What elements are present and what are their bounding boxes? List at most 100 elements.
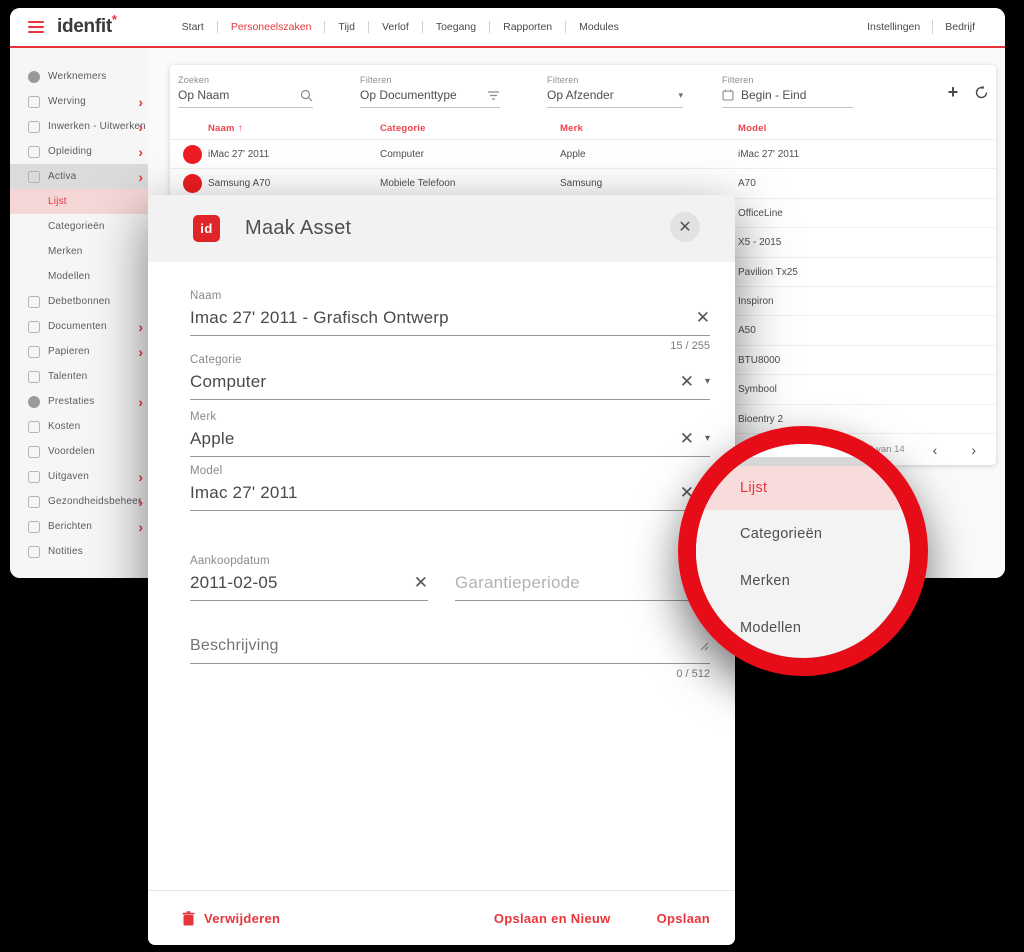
sidebar-item[interactable]: Activa › — [10, 164, 148, 189]
sidebar-item[interactable]: Werving › — [10, 89, 148, 114]
field-garantieperiode: Garantieperiode — [455, 555, 710, 601]
categorie-select[interactable]: Computer — [190, 372, 668, 392]
sidebar-item[interactable]: Lijst › — [10, 189, 148, 214]
cell-model: iMac 27' 2011 — [738, 149, 800, 160]
field-beschrijving: Beschrijving 0 / 512 — [190, 635, 710, 680]
search-filter: Zoeken Op Naam — [178, 75, 313, 108]
sort-asc-icon: ↑ — [237, 123, 243, 134]
sidebar-item[interactable]: Notities › — [10, 539, 148, 564]
sidebar-item[interactable]: Categorieën › — [10, 214, 148, 239]
sidebar-item[interactable]: Berichten › — [10, 514, 148, 539]
delete-button[interactable]: Verwijderen — [182, 911, 280, 926]
table-row[interactable]: iMac 27' 2011 Computer Apple iMac 27' 20… — [170, 140, 996, 170]
caret-down-icon[interactable]: ▾ — [705, 376, 710, 387]
sidebar-item[interactable]: Talenten › — [10, 364, 148, 389]
clear-icon[interactable]: ✕ — [680, 430, 694, 447]
garantieperiode-input[interactable]: Garantieperiode — [455, 573, 710, 593]
sidebar-item[interactable]: Debetbonnen › — [10, 289, 148, 314]
save-and-new-button[interactable]: Opslaan en Nieuw — [494, 911, 611, 926]
field-label: Aankoopdatum — [190, 555, 270, 567]
filter-lines-icon[interactable] — [487, 90, 500, 101]
filter-label: Filteren — [360, 75, 392, 85]
onboarding-icon — [28, 120, 40, 133]
nav-item[interactable]: Toegang — [423, 21, 489, 33]
aankoopdatum-input[interactable]: 2011-02-05 — [190, 573, 402, 593]
sender-select[interactable]: Op Afzender — [547, 88, 678, 102]
caret-down-icon[interactable]: ▾ — [705, 433, 710, 444]
cell-model: BTU8000 — [738, 354, 781, 366]
save-button[interactable]: Opslaan — [657, 911, 710, 926]
sidebar-item[interactable]: Uitgaven › — [10, 464, 148, 489]
doctype-select[interactable]: Op Documenttype — [360, 88, 487, 102]
column-header-merk[interactable]: Merk — [560, 123, 583, 134]
topbar-right: Instellingen Bedrijf — [855, 20, 987, 34]
clear-icon[interactable]: ✕ — [414, 574, 428, 591]
nav-item[interactable]: Start — [169, 21, 217, 33]
sidebar-item[interactable]: Opleiding › — [10, 139, 148, 164]
nav-item[interactable]: Rapporten — [490, 21, 565, 33]
avatar — [183, 174, 202, 194]
sidebar-item[interactable]: Prestaties › — [10, 389, 148, 414]
field-label: Merk — [190, 411, 217, 423]
model-select[interactable]: Imac 27' 2011 — [190, 483, 668, 503]
papers-icon — [28, 345, 40, 358]
clear-icon[interactable]: ✕ — [696, 309, 710, 326]
sidebar-item[interactable]: Kosten › — [10, 414, 148, 439]
caret-down-icon[interactable]: ▾ — [678, 90, 683, 101]
table-header-row: Naam ↑ Categorie Merk Model — [170, 117, 996, 140]
sidebar-item[interactable]: Voordelen › — [10, 439, 148, 464]
nav-item[interactable]: Modules — [566, 21, 632, 33]
previous-page-icon[interactable]: ‹ — [927, 443, 944, 457]
close-icon[interactable]: ✕ — [670, 212, 700, 242]
recruiting-icon — [28, 95, 40, 108]
topbar-link[interactable]: Instellingen — [855, 21, 932, 33]
hamburger-menu-icon[interactable] — [28, 21, 44, 33]
sidebar-item[interactable]: Modellen › — [10, 264, 148, 289]
column-header-naam[interactable]: Naam ↑ — [208, 123, 243, 134]
add-asset-button[interactable]: + — [944, 82, 962, 102]
cell-model: Symbool — [738, 384, 777, 396]
chevron-right-icon: › — [138, 168, 143, 185]
chevron-right-icon: › — [138, 518, 143, 535]
cell-model: Pavilion Tx25 — [738, 266, 798, 278]
daterange-input[interactable]: Begin - Eind — [741, 88, 853, 102]
sidebar-item[interactable]: Merken › — [10, 239, 148, 264]
modal-title: Maak Asset — [245, 217, 352, 239]
sidebar-item[interactable]: Papieren › — [10, 339, 148, 364]
topbar-link[interactable]: Bedrijf — [933, 21, 987, 33]
column-header-categorie[interactable]: Categorie — [380, 123, 426, 134]
cell-merk: Samsung — [560, 178, 603, 190]
next-page-icon[interactable]: › — [965, 443, 982, 457]
char-counter: 15 / 255 — [670, 340, 710, 352]
documents-icon — [28, 320, 40, 333]
person-icon — [28, 70, 40, 83]
cell-categorie: Mobiele Telefoon — [380, 178, 456, 190]
sidebar-item[interactable]: Inwerken - Uitwerken › — [10, 114, 148, 139]
magnified-submenu-label: Merken — [740, 572, 791, 589]
cell-merk: Apple — [560, 149, 586, 160]
sidebar-item-label: Inwerken - Uitwerken — [48, 121, 146, 132]
char-counter: 0 / 512 — [676, 668, 710, 680]
chevron-right-icon: › — [138, 468, 143, 485]
logo-star-icon: * — [111, 12, 117, 27]
refresh-button[interactable] — [972, 83, 990, 101]
sidebar-item[interactable]: Gezondheidsbeheer › — [10, 489, 148, 514]
doctype-filter: Filteren Op Documenttype — [360, 75, 500, 108]
sidebar-item-label: Berichten — [48, 521, 93, 532]
logo-text: idenfit — [57, 16, 112, 37]
nav-item[interactable]: Personeelszaken — [218, 21, 325, 33]
nav-item[interactable]: Tijd — [325, 21, 368, 33]
sidebar-item[interactable]: Documenten › — [10, 314, 148, 339]
sidebar-item[interactable]: Werknemers › — [10, 64, 148, 89]
training-icon — [28, 145, 40, 158]
magnified-submenu: Lijst Categorieën Merken Modellen — [696, 466, 910, 651]
beschrijving-textarea[interactable]: Beschrijving — [190, 637, 710, 655]
search-input[interactable]: Op Naam — [178, 88, 300, 102]
column-header-model[interactable]: Model — [738, 123, 766, 134]
merk-select[interactable]: Apple — [190, 429, 668, 449]
field-label: Model — [190, 465, 223, 477]
trash-icon — [182, 910, 195, 926]
clear-icon[interactable]: ✕ — [680, 373, 694, 390]
naam-input[interactable]: Imac 27' 2011 - Grafisch Ontwerp — [190, 308, 684, 328]
nav-item[interactable]: Verlof — [369, 21, 422, 33]
